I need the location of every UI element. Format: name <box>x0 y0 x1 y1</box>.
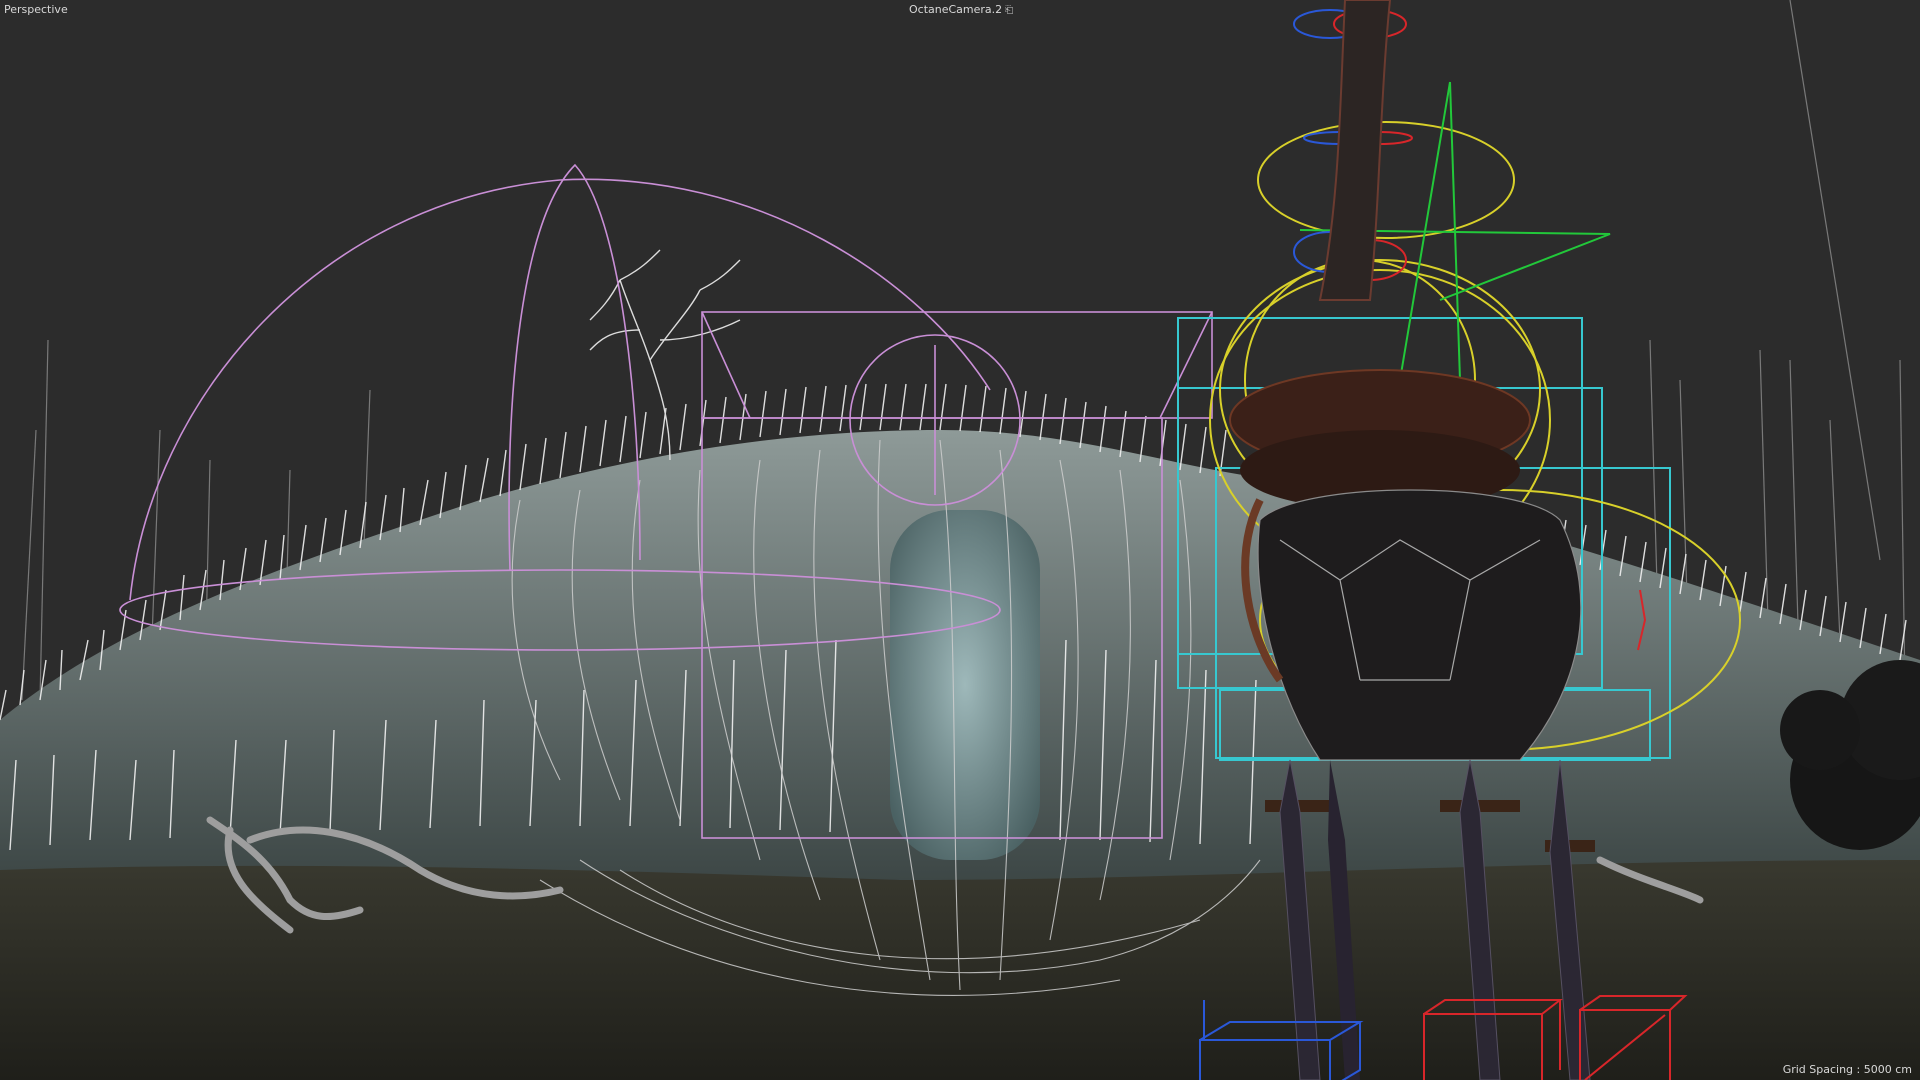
scene-render[interactable] <box>0 0 1920 1080</box>
hobbit-door <box>890 510 1040 860</box>
camera-lock-icon[interactable]: ⎗ <box>1005 4 1013 18</box>
ground-plane <box>0 850 1920 1080</box>
camera-name: OctaneCamera.2 <box>909 3 1003 16</box>
tree-wireframe <box>589 249 741 461</box>
view-name-label[interactable]: Perspective <box>4 3 68 17</box>
3d-viewport[interactable]: Perspective OctaneCamera.2 ⎗ Grid Spacing… <box>0 0 1920 1080</box>
active-camera-label[interactable]: OctaneCamera.2 ⎗ <box>909 3 1013 18</box>
grid-spacing-readout: Grid Spacing : 5000 cm <box>1782 1063 1912 1076</box>
